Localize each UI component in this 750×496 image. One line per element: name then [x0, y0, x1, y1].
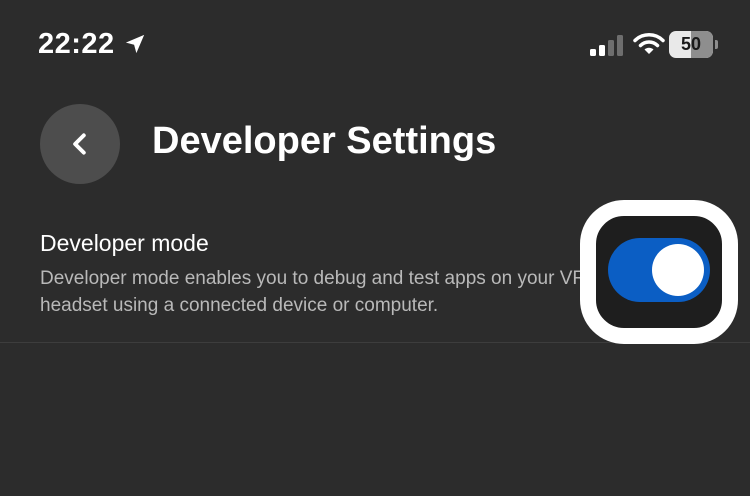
developer-mode-toggle[interactable] — [608, 238, 710, 302]
setting-description: Developer mode enables you to debug and … — [40, 268, 587, 316]
status-bar: 22:22 50 — [0, 0, 750, 90]
setting-title: Developer mode — [40, 230, 209, 256]
battery-icon: 50 — [669, 31, 719, 59]
wifi-icon — [633, 33, 665, 54]
back-button[interactable] — [40, 104, 120, 184]
chevron-left-icon — [73, 133, 86, 155]
toggle-knob — [652, 244, 704, 296]
page-title: Developer Settings — [152, 120, 497, 162]
location-arrow-icon — [125, 34, 145, 54]
developer-settings-screen: 22:22 50 Developer Settings Developer mo… — [0, 0, 750, 496]
battery-level: 50 — [680, 34, 702, 54]
status-time: 22:22 — [38, 28, 115, 60]
cellular-signal-icon — [590, 35, 623, 56]
